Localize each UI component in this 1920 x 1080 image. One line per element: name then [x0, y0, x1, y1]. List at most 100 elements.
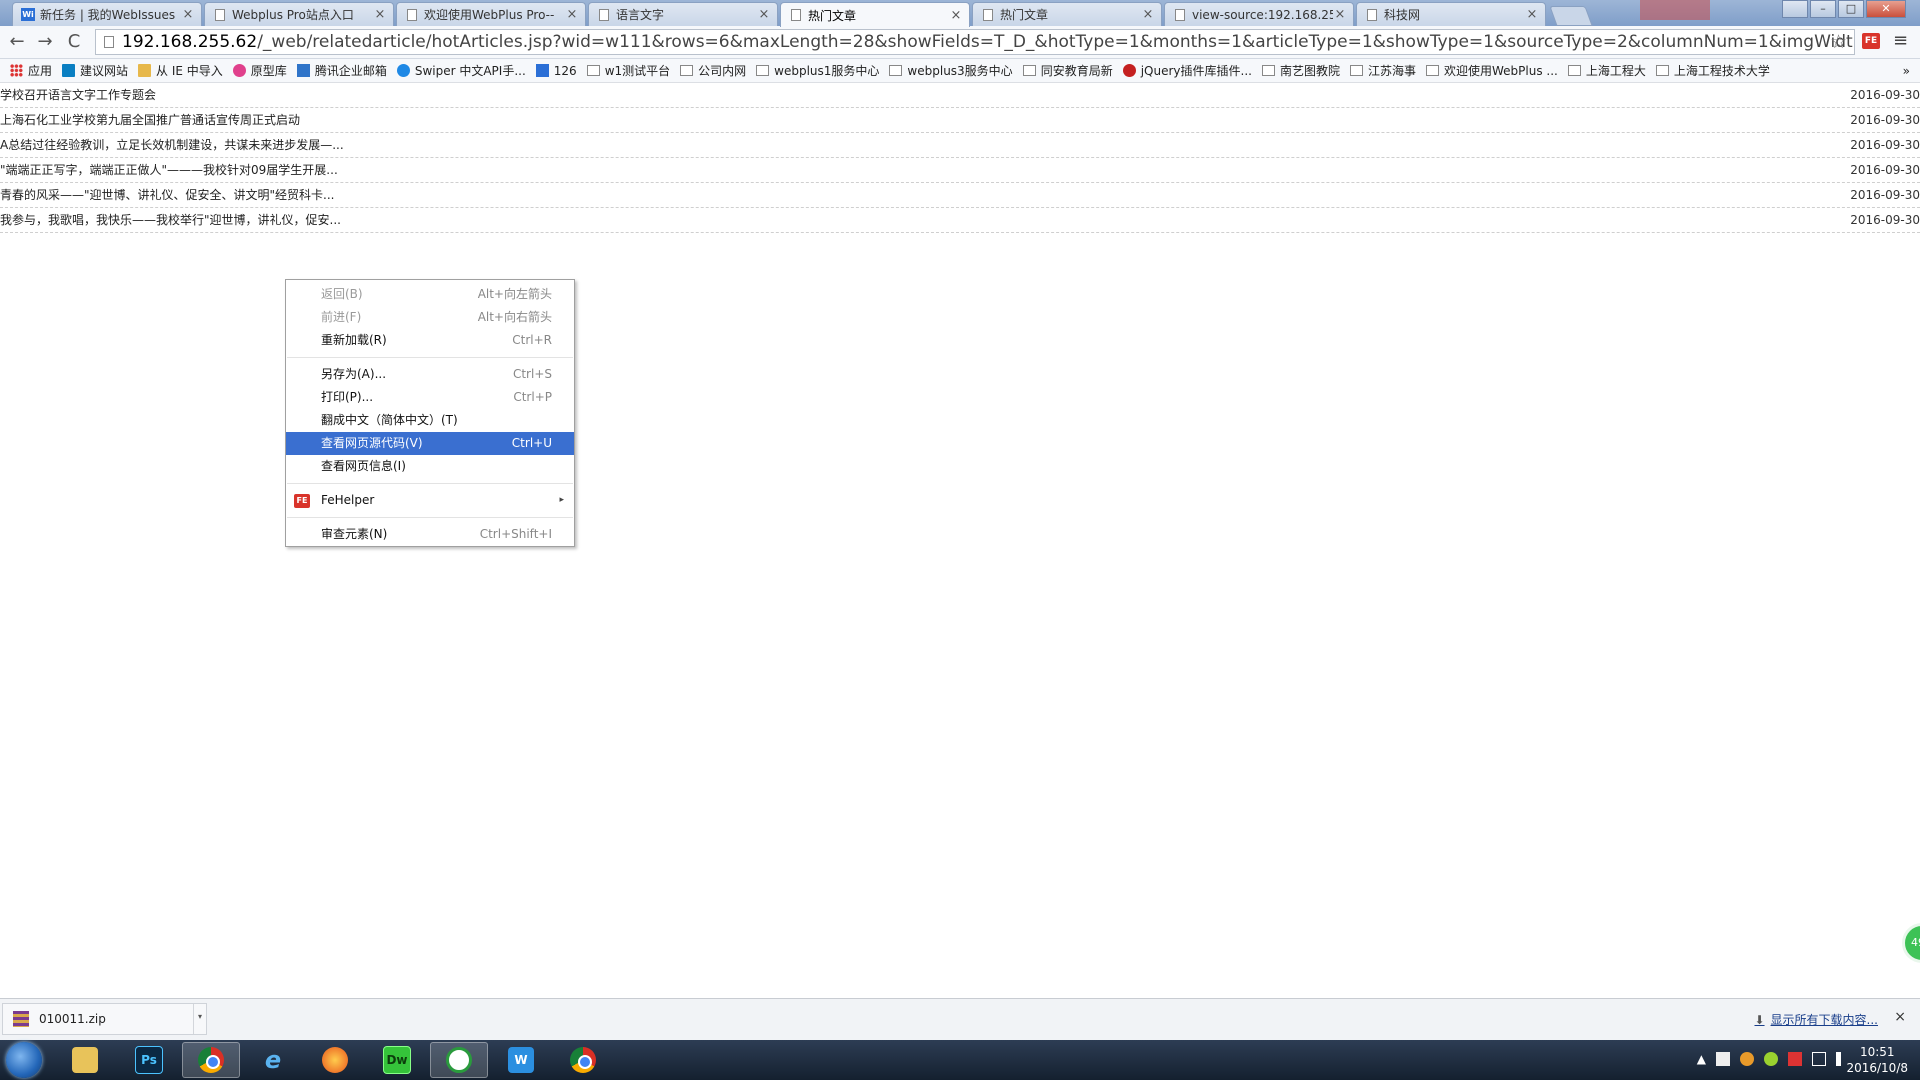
- menu-item-forward[interactable]: 前进(F) Alt+向右箭头: [286, 306, 574, 329]
- taskbar-w-app[interactable]: W: [492, 1042, 550, 1078]
- article-title[interactable]: "端端正正写字，端端正正做人"———我校针对09届学生开展...: [0, 158, 338, 182]
- article-row[interactable]: 学校召开语言文字工作专题会 2016-09-30: [0, 83, 1920, 108]
- tab-tech[interactable]: 科技网 ×: [1356, 2, 1546, 26]
- bookmark-tencent-mail[interactable]: 腾讯企业邮箱: [296, 62, 387, 79]
- article-row[interactable]: "端端正正写字，端端正正做人"———我校针对09届学生开展... 2016-09…: [0, 158, 1920, 183]
- taskbar-dreamweaver[interactable]: Dw: [368, 1042, 426, 1078]
- tray-app-icon[interactable]: [1716, 1052, 1730, 1066]
- bookmark-webplus1[interactable]: webplus1服务中心: [756, 62, 879, 79]
- close-icon[interactable]: ×: [565, 7, 579, 22]
- floating-badge[interactable]: 49: [1902, 923, 1920, 963]
- bookmark-welcome-webplus[interactable]: 欢迎使用WebPlus ...: [1425, 62, 1558, 79]
- address-bar[interactable]: 192.168.255.62/_web/relatedarticle/hotAr…: [95, 29, 1855, 55]
- menu-item-print[interactable]: 打印(P)... Ctrl+P: [286, 386, 574, 409]
- menu-item-view-source[interactable]: 查看网页源代码(V) Ctrl+U: [286, 432, 574, 455]
- tab-webplus-entry[interactable]: Webplus Pro站点入口 ×: [204, 2, 394, 26]
- window-close-button[interactable]: ✕: [1866, 0, 1906, 18]
- bookmark-ie-import[interactable]: 从 IE 中导入: [138, 62, 223, 79]
- bookmark-sues-full[interactable]: 上海工程技术大学: [1655, 62, 1770, 79]
- article-title[interactable]: A总结过往经验教训，立足长效机制建设，共谋未来进步发展—...: [0, 133, 344, 157]
- menu-separator: [287, 517, 573, 518]
- article-title[interactable]: 上海石化工业学校第九届全国推广普通话宣传周正式启动: [0, 108, 300, 132]
- taskbar-chrome[interactable]: [182, 1042, 240, 1078]
- chrome-menu-icon[interactable]: ≡: [1893, 30, 1908, 51]
- menu-item-back[interactable]: 返回(B) Alt+向左箭头: [286, 283, 574, 306]
- download-item[interactable]: 010011.zip ▾: [2, 1003, 207, 1035]
- close-icon[interactable]: ×: [1141, 7, 1155, 22]
- network-icon[interactable]: [1812, 1052, 1826, 1066]
- menu-item-page-info[interactable]: 查看网页信息(I): [286, 455, 574, 478]
- article-date: 2016-09-30: [1850, 113, 1920, 127]
- page-icon: [889, 65, 903, 76]
- article-row[interactable]: 我参与，我歌唱，我快乐——我校举行"迎世博，讲礼仪，促安... 2016-09-…: [0, 208, 1920, 233]
- menu-item-save-as[interactable]: 另存为(A)... Ctrl+S: [286, 363, 574, 386]
- taskbar-chrome-2[interactable]: [554, 1042, 612, 1078]
- tray-app-icon[interactable]: [1740, 1052, 1754, 1066]
- tab-view-source[interactable]: view-source:192.168.25 ×: [1164, 2, 1354, 26]
- bookmark-jquery[interactable]: jQuery插件库插件...: [1122, 62, 1252, 79]
- tray-expand-icon[interactable]: ▲: [1697, 1052, 1706, 1066]
- bookmark-w1-test[interactable]: w1测试平台: [586, 62, 670, 79]
- close-icon[interactable]: ×: [949, 8, 963, 23]
- article-row[interactable]: 青春的风采——"迎世博、讲礼仪、促安全、讲文明"经贸科卡... 2016-09-…: [0, 183, 1920, 208]
- bookmark-prototype[interactable]: 原型库: [232, 62, 287, 79]
- menu-item-translate[interactable]: 翻成中文（简体中文）(T): [286, 409, 574, 432]
- minimize-button[interactable]: –: [1810, 0, 1836, 18]
- taskbar-explorer[interactable]: [56, 1042, 114, 1078]
- new-tab-button[interactable]: [1549, 6, 1593, 26]
- show-all-downloads-link[interactable]: ⬇ 显示所有下载内容...: [1754, 1011, 1878, 1028]
- menu-separator: [287, 483, 573, 484]
- taskbar-ie[interactable]: e: [244, 1042, 302, 1078]
- start-button[interactable]: [6, 1042, 42, 1078]
- taskbar-firefox[interactable]: [306, 1042, 364, 1078]
- fehelper-extension-icon[interactable]: FE: [1862, 33, 1880, 49]
- menu-item-inspect[interactable]: 审查元素(N) Ctrl+Shift+I: [286, 523, 574, 546]
- download-options-caret[interactable]: ▾: [193, 1004, 206, 1034]
- tab-language[interactable]: 语言文字 ×: [588, 2, 778, 26]
- bookmark-swiper[interactable]: Swiper 中文API手...: [396, 62, 526, 79]
- taskbar-photoshop[interactable]: Ps: [120, 1042, 178, 1078]
- close-icon[interactable]: ×: [1333, 7, 1347, 22]
- bookmark-webplus3[interactable]: webplus3服务中心: [889, 62, 1013, 79]
- bookmarks-bar: 应用 建议网站 从 IE 中导入 原型库 腾讯企业邮箱 Swiper 中文API…: [0, 59, 1920, 83]
- reload-button[interactable]: C: [63, 31, 85, 53]
- taskbar-green-app[interactable]: [430, 1042, 488, 1078]
- fehelper-icon: FE: [294, 494, 310, 508]
- system-clock[interactable]: 10:51 2016/10/8: [1846, 1044, 1908, 1076]
- bookmark-star-icon[interactable]: ☆: [1830, 31, 1847, 53]
- action-center-flag-icon[interactable]: [1788, 1052, 1802, 1066]
- article-title[interactable]: 学校召开语言文字工作专题会: [0, 83, 156, 107]
- article-title[interactable]: 我参与，我歌唱，我快乐——我校举行"迎世博，讲礼仪，促安...: [0, 208, 341, 232]
- back-button[interactable]: ←: [6, 31, 28, 53]
- tab-hot-articles[interactable]: 热门文章 ×: [972, 2, 1162, 26]
- bookmark-jiangsu[interactable]: 江苏海事: [1349, 62, 1416, 79]
- forward-button[interactable]: →: [34, 31, 56, 53]
- article-row[interactable]: A总结过往经验教训，立足长效机制建设，共谋未来进步发展—... 2016-09-…: [0, 133, 1920, 158]
- bookmark-tongan[interactable]: 同安教育局新: [1022, 62, 1113, 79]
- bookmark-intranet[interactable]: 公司内网: [680, 62, 746, 79]
- download-bar-close-icon[interactable]: ×: [1894, 1009, 1906, 1025]
- close-icon[interactable]: ×: [1525, 7, 1539, 22]
- bookmark-suggested[interactable]: 建议网站: [62, 62, 128, 79]
- close-icon[interactable]: ×: [757, 7, 771, 22]
- folder-icon: [138, 64, 152, 77]
- tray-app-icon[interactable]: [1764, 1052, 1778, 1066]
- bookmark-sues[interactable]: 上海工程大: [1567, 62, 1646, 79]
- article-row[interactable]: 上海石化工业学校第九届全国推广普通话宣传周正式启动 2016-09-30: [0, 108, 1920, 133]
- menu-item-reload[interactable]: 重新加载(R) Ctrl+R: [286, 329, 574, 352]
- maximize-button[interactable]: □: [1838, 0, 1864, 18]
- close-icon[interactable]: ×: [373, 7, 387, 22]
- menu-item-fehelper[interactable]: FE FeHelper ▸: [286, 489, 574, 512]
- tab-webissues[interactable]: Wi 新任务 | 我的WebIssues ×: [12, 2, 202, 26]
- tab-hot-articles-active[interactable]: 热门文章 ×: [780, 2, 970, 27]
- close-icon[interactable]: ×: [181, 7, 195, 22]
- article-title[interactable]: 青春的风采——"迎世博、讲礼仪、促安全、讲文明"经贸科卡...: [0, 183, 335, 207]
- bookmarks-overflow-button[interactable]: »: [1903, 64, 1910, 78]
- bookmark-126[interactable]: 126: [535, 64, 577, 78]
- tab-welcome-webplus[interactable]: 欢迎使用WebPlus Pro-- ×: [396, 2, 586, 26]
- profile-badge[interactable]: [1640, 0, 1710, 20]
- user-icon[interactable]: [1782, 0, 1808, 18]
- article-date: 2016-09-30: [1850, 138, 1920, 152]
- bookmark-nanyi[interactable]: 南艺图教院: [1261, 62, 1340, 79]
- bookmark-apps[interactable]: 应用: [10, 62, 52, 79]
